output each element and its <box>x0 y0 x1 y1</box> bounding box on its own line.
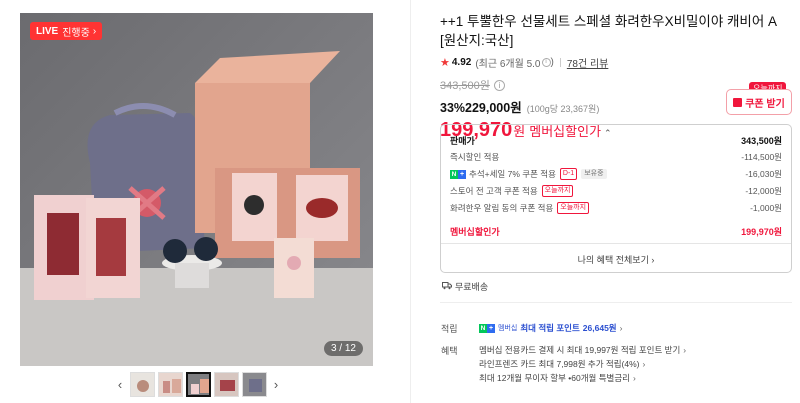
shipping-info: 무료배송 <box>442 280 488 293</box>
unit-price: (100g당 23,367원) <box>526 104 600 114</box>
breakdown-row-value: -1,000원 <box>750 203 782 213</box>
rating-separator <box>559 58 561 67</box>
chevron-right-icon: › <box>642 359 646 369</box>
price-info-icon[interactable]: i <box>493 79 505 91</box>
earn-prefix: 멤버십 <box>498 325 518 332</box>
thumbnail-prev-button[interactable]: ‹ <box>112 377 128 392</box>
chevron-right-icon: › <box>92 25 97 37</box>
dday-badge: D-1 <box>559 168 578 180</box>
breakdown-divider <box>441 243 791 244</box>
breakdown-row: 스토어 전 고객 쿠폰 적용 오늘까지 -12,000원 <box>450 185 782 197</box>
breakdown-row-label: 즉시할인 적용 <box>450 152 500 162</box>
shipping-label: 무료배송 <box>455 282 489 292</box>
breakdown-row-label: 스토어 전 고객 쿠폰 적용 <box>450 186 538 196</box>
breakdown-header-value: 343,500원 <box>741 136 782 146</box>
breakdown-row-value: -12,000원 <box>745 186 782 196</box>
chevron-right-icon: › <box>619 323 623 333</box>
thumbnail-next-button[interactable]: › <box>268 377 284 392</box>
breakdown-row-label: 추석+세일 7% 쿠폰 적용 <box>469 169 556 179</box>
info-icon[interactable]: i <box>541 58 551 67</box>
section-divider <box>440 302 792 303</box>
discount-price: 229,000원 <box>465 101 522 115</box>
benefit-line-text: 멤버십 전용카드 결제 시 최대 19,997원 적립 포인트 받기 <box>479 345 681 355</box>
coupon-button-label: 쿠폰 받기 <box>745 98 785 110</box>
chevron-right-icon: › <box>633 373 636 383</box>
coupon-button[interactable]: 쿠폰 받기 <box>726 89 792 115</box>
benefit-line[interactable]: 라인프렌즈 카드 최대 7,998원 추가 적립(4%) › <box>479 358 645 370</box>
thumbnail-1[interactable] <box>129 372 155 397</box>
price-breakdown: 판매가 343,500원 즉시할인 적용 -114,500원 N + 추석+세일 … <box>440 124 792 273</box>
breakdown-total-label: 멤버십할인가 <box>450 227 500 237</box>
product-photo <box>20 13 373 366</box>
reviews-link[interactable]: 78건 리뷰 <box>567 55 609 70</box>
naver-plus-icon: N + <box>479 323 495 333</box>
rating-score: 4.92 <box>451 57 472 68</box>
earn-label: 적립 <box>441 324 458 334</box>
benefit-line[interactable]: 최대 12개월 무이자 할부 •60개월 특별금리 › <box>479 372 636 384</box>
owned-badge: 보유중 <box>581 169 607 179</box>
breakdown-total: 멤버십할인가 199,970원 <box>450 225 782 238</box>
live-tag: LIVE <box>36 25 59 37</box>
breakdown-row-label: 화려한우 알림 동의 쿠폰 적용 <box>450 203 554 213</box>
breakdown-row: 화려한우 알림 동의 쿠폰 적용 오늘까지 -1,000원 <box>450 202 782 214</box>
earn-points-link[interactable]: N + 멤버십 최대 적립 포인트 26,645원 › <box>479 322 622 334</box>
benefit-line[interactable]: 멤버십 전용카드 결제 시 최대 19,997원 적립 포인트 받기 › <box>479 344 686 356</box>
naver-plus-icon: N + <box>450 169 466 179</box>
breakdown-row-value: -16,030원 <box>745 169 782 179</box>
breakdown-row: N + 추석+세일 7% 쿠폰 적용 D-1 보유중 -16,030원 <box>450 168 782 180</box>
breakdown-total-value: 199,970원 <box>741 227 782 237</box>
truck-icon <box>442 281 452 292</box>
earn-text: 최대 적립 포인트 <box>520 323 580 333</box>
breakdown-header-label: 판매가 <box>450 136 475 146</box>
all-benefits-link[interactable]: 나의 혜택 전체보기 › <box>441 253 791 266</box>
thumbnail-5[interactable] <box>241 372 267 397</box>
benefit-line-text: 최대 12개월 무이자 할부 •60개월 특별금리 <box>479 373 630 383</box>
image-page-counter: 3 / 12 <box>323 341 363 356</box>
deadline-badge: 오늘까지 <box>557 202 590 214</box>
thumbnail-3[interactable] <box>185 372 211 397</box>
deadline-badge: 오늘까지 <box>541 185 574 197</box>
thumbnail-2[interactable] <box>157 372 183 397</box>
discount-percent: 33% <box>440 101 466 115</box>
benefits-label: 혜택 <box>441 346 458 356</box>
breakdown-row-value: -114,500원 <box>741 152 782 162</box>
breakdown-row: 즉시할인 적용 -114,500원 <box>450 151 782 163</box>
benefit-line-text: 라인프렌즈 카드 최대 7,998원 추가 적립(4%) <box>479 359 640 369</box>
thumbnail-strip: ‹ › <box>112 372 284 397</box>
star-icon: ★ <box>440 57 450 69</box>
product-main-image[interactable]: LIVE 진행중 › 3 / 12 <box>20 13 373 366</box>
breakdown-header: 판매가 343,500원 <box>450 134 782 147</box>
rating-row: ★ 4.92 (최근 6개월 5.0 i) 78건 리뷰 <box>440 55 609 70</box>
rating-recent: (최근 6개월 5.0 <box>475 59 541 70</box>
all-benefits-label: 나의 혜택 전체보기 <box>577 255 649 265</box>
chevron-right-icon: › <box>683 345 687 355</box>
column-divider <box>410 0 411 403</box>
coupon-icon <box>733 97 743 107</box>
chevron-right-icon: › <box>651 255 655 265</box>
thumbnail-4[interactable] <box>213 372 239 397</box>
product-title: ++1 투뿔한우 선물세트 스페셜 화려한우X비밀이야 캐비어 A [원산지:국… <box>440 14 777 48</box>
original-price: 343,500원 <box>440 80 490 92</box>
earn-points-value: 26,645원 <box>582 323 617 333</box>
live-badge[interactable]: LIVE 진행중 › <box>30 22 103 40</box>
live-status: 진행중 <box>62 27 90 39</box>
